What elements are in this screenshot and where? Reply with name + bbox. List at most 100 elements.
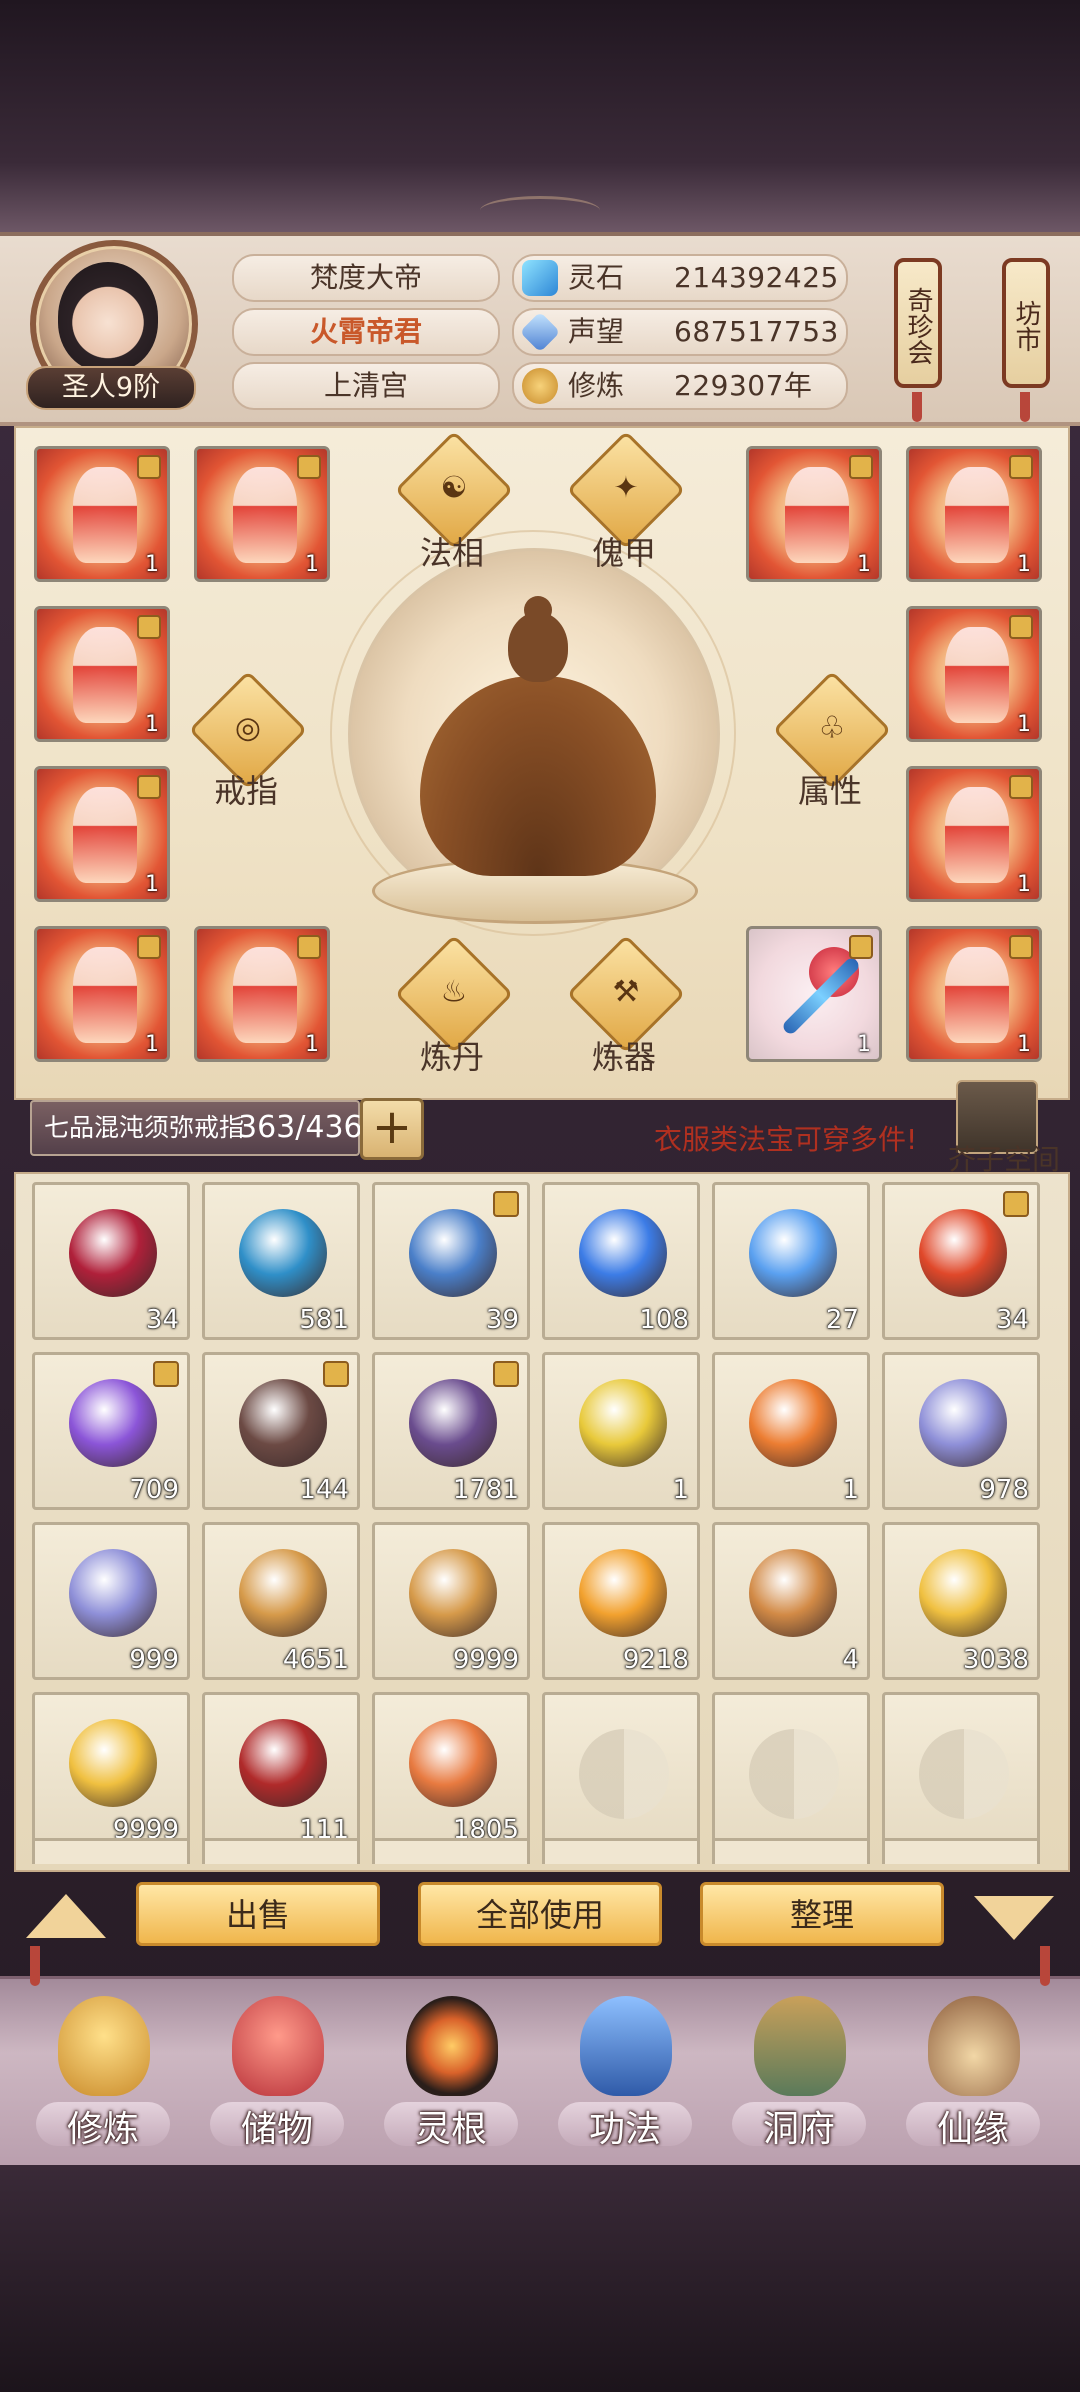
item-count: 1: [305, 552, 319, 577]
inventory-item[interactable]: 9999: [372, 1522, 530, 1680]
dark-rune-stone-icon: [239, 1379, 327, 1467]
red-orb-icon: [69, 1209, 157, 1297]
crystal-flower-icon: [69, 1379, 157, 1467]
equip-slot[interactable]: 1: [34, 606, 170, 742]
nav-item[interactable]: 灵根: [376, 1982, 526, 2158]
lock-icon: [849, 935, 873, 959]
gourd-icon: [928, 1996, 1020, 2096]
item-count: 1: [145, 1032, 159, 1057]
equip-slot[interactable]: 1: [34, 926, 170, 1062]
equip-slot-weapon[interactable]: 1: [746, 926, 882, 1062]
lightning-ore-icon: [409, 1209, 497, 1297]
inventory-empty-slot[interactable]: [712, 1692, 870, 1850]
inventory-empty-slot[interactable]: [542, 1692, 700, 1850]
item-count: 34: [995, 1305, 1029, 1335]
inventory-item[interactable]: 1: [542, 1352, 700, 1510]
inventory-item[interactable]: 1805: [372, 1692, 530, 1850]
avatar[interactable]: [58, 262, 158, 372]
resource-spirit-stone: 灵石 214392425: [512, 254, 848, 302]
yin-yang-icon: [579, 1729, 669, 1819]
nav-item[interactable]: 洞府: [724, 1982, 874, 2158]
tassel-ornament: [912, 392, 922, 422]
scroll-up-icon[interactable]: [26, 1894, 106, 1938]
robe-treasure-icon: [233, 467, 297, 563]
item-count: 1: [1017, 1032, 1031, 1057]
equip-slot[interactable]: 1: [194, 926, 330, 1062]
lock-icon: [493, 1191, 519, 1217]
robe-treasure-icon: [945, 627, 1009, 723]
inventory-item[interactable]: 1781: [372, 1352, 530, 1510]
inventory-item[interactable]: 39: [372, 1182, 530, 1340]
robe-treasure-icon: [945, 947, 1009, 1043]
item-count: 1: [1017, 552, 1031, 577]
inventory-empty-slot[interactable]: [882, 1692, 1040, 1850]
item-count: 4651: [282, 1645, 349, 1675]
equip-slot[interactable]: 1: [906, 926, 1042, 1062]
inventory-item[interactable]: 709: [32, 1352, 190, 1510]
nav-label: 功法: [588, 2109, 661, 2150]
yin-yang-icon: [919, 1729, 1009, 1819]
market-button[interactable]: 坊市: [1002, 258, 1050, 388]
inventory-item[interactable]: 9999: [32, 1692, 190, 1850]
yellow-crystal-icon: [579, 1379, 667, 1467]
resource-value: 229307年: [674, 369, 813, 402]
robe-treasure-icon: [945, 787, 1009, 883]
equip-slot[interactable]: 1: [906, 606, 1042, 742]
lock-icon: [493, 1361, 519, 1387]
equip-slot[interactable]: 1: [906, 766, 1042, 902]
robe-treasure-icon: [945, 467, 1009, 563]
item-count: 39: [485, 1305, 519, 1335]
nav-item[interactable]: 修炼: [28, 1982, 178, 2158]
robe-treasure-icon: [73, 787, 137, 883]
inventory-item[interactable]: 3038: [882, 1522, 1040, 1680]
nav-label: 灵根: [414, 2109, 487, 2150]
storage-capacity-bar: 七品混沌须弥戒指 363/436: [30, 1100, 363, 1156]
inventory-item[interactable]: 999: [32, 1522, 190, 1680]
item-count: 1: [1017, 712, 1031, 737]
equip-slot[interactable]: 1: [906, 446, 1042, 582]
inventory-item[interactable]: 9218: [542, 1522, 700, 1680]
blue-orb-icon: [239, 1209, 327, 1297]
alchemy-label: 炼丹: [419, 1038, 484, 1076]
golden-sand-icon: [239, 1549, 327, 1637]
inventory-item[interactable]: 144: [202, 1352, 360, 1510]
item-count: 709: [129, 1475, 179, 1505]
inventory-item[interactable]: 108: [542, 1182, 700, 1340]
inventory-item[interactable]: 27: [712, 1182, 870, 1340]
inventory-item[interactable]: 4651: [202, 1522, 360, 1680]
inventory-item[interactable]: 34: [32, 1182, 190, 1340]
lock-icon: [137, 935, 161, 959]
equip-slot[interactable]: 1: [746, 446, 882, 582]
item-count: 9218: [622, 1645, 689, 1675]
item-count: 1: [672, 1475, 689, 1505]
inventory-item[interactable]: 4: [712, 1522, 870, 1680]
golden-flame-icon: [919, 1549, 1007, 1637]
inventory-item[interactable]: 34: [882, 1182, 1040, 1340]
sort-button[interactable]: 整理: [700, 1882, 944, 1946]
treasure-fair-button[interactable]: 奇珍会: [894, 258, 942, 388]
scroll-down-icon[interactable]: [974, 1896, 1054, 1940]
inventory-item[interactable]: 978: [882, 1352, 1040, 1510]
prestige-icon: [519, 311, 561, 353]
item-count: 3038: [962, 1645, 1029, 1675]
equip-slot[interactable]: 1: [194, 446, 330, 582]
nav-item[interactable]: 仙缘: [898, 1982, 1048, 2158]
orange-crystal-icon: [749, 1379, 837, 1467]
use-all-button[interactable]: 全部使用: [418, 1882, 662, 1946]
item-count: 1: [145, 872, 159, 897]
sect-name: 上清宫: [232, 362, 500, 410]
inventory-item[interactable]: 1: [712, 1352, 870, 1510]
inventory-item[interactable]: 111: [202, 1692, 360, 1850]
robe-treasure-icon: [73, 627, 137, 723]
robe-treasure-icon: [785, 467, 849, 563]
ring-label: 戒指: [213, 772, 278, 810]
equip-slot[interactable]: 1: [34, 446, 170, 582]
lock-icon: [1003, 1191, 1029, 1217]
dharma-label: 法相: [419, 534, 484, 572]
nav-item[interactable]: 储物: [202, 1982, 352, 2158]
expand-storage-button[interactable]: +: [360, 1098, 424, 1160]
equip-slot[interactable]: 1: [34, 766, 170, 902]
nav-item[interactable]: 功法: [550, 1982, 700, 2158]
sell-button[interactable]: 出售: [136, 1882, 380, 1946]
inventory-item[interactable]: 581: [202, 1182, 360, 1340]
